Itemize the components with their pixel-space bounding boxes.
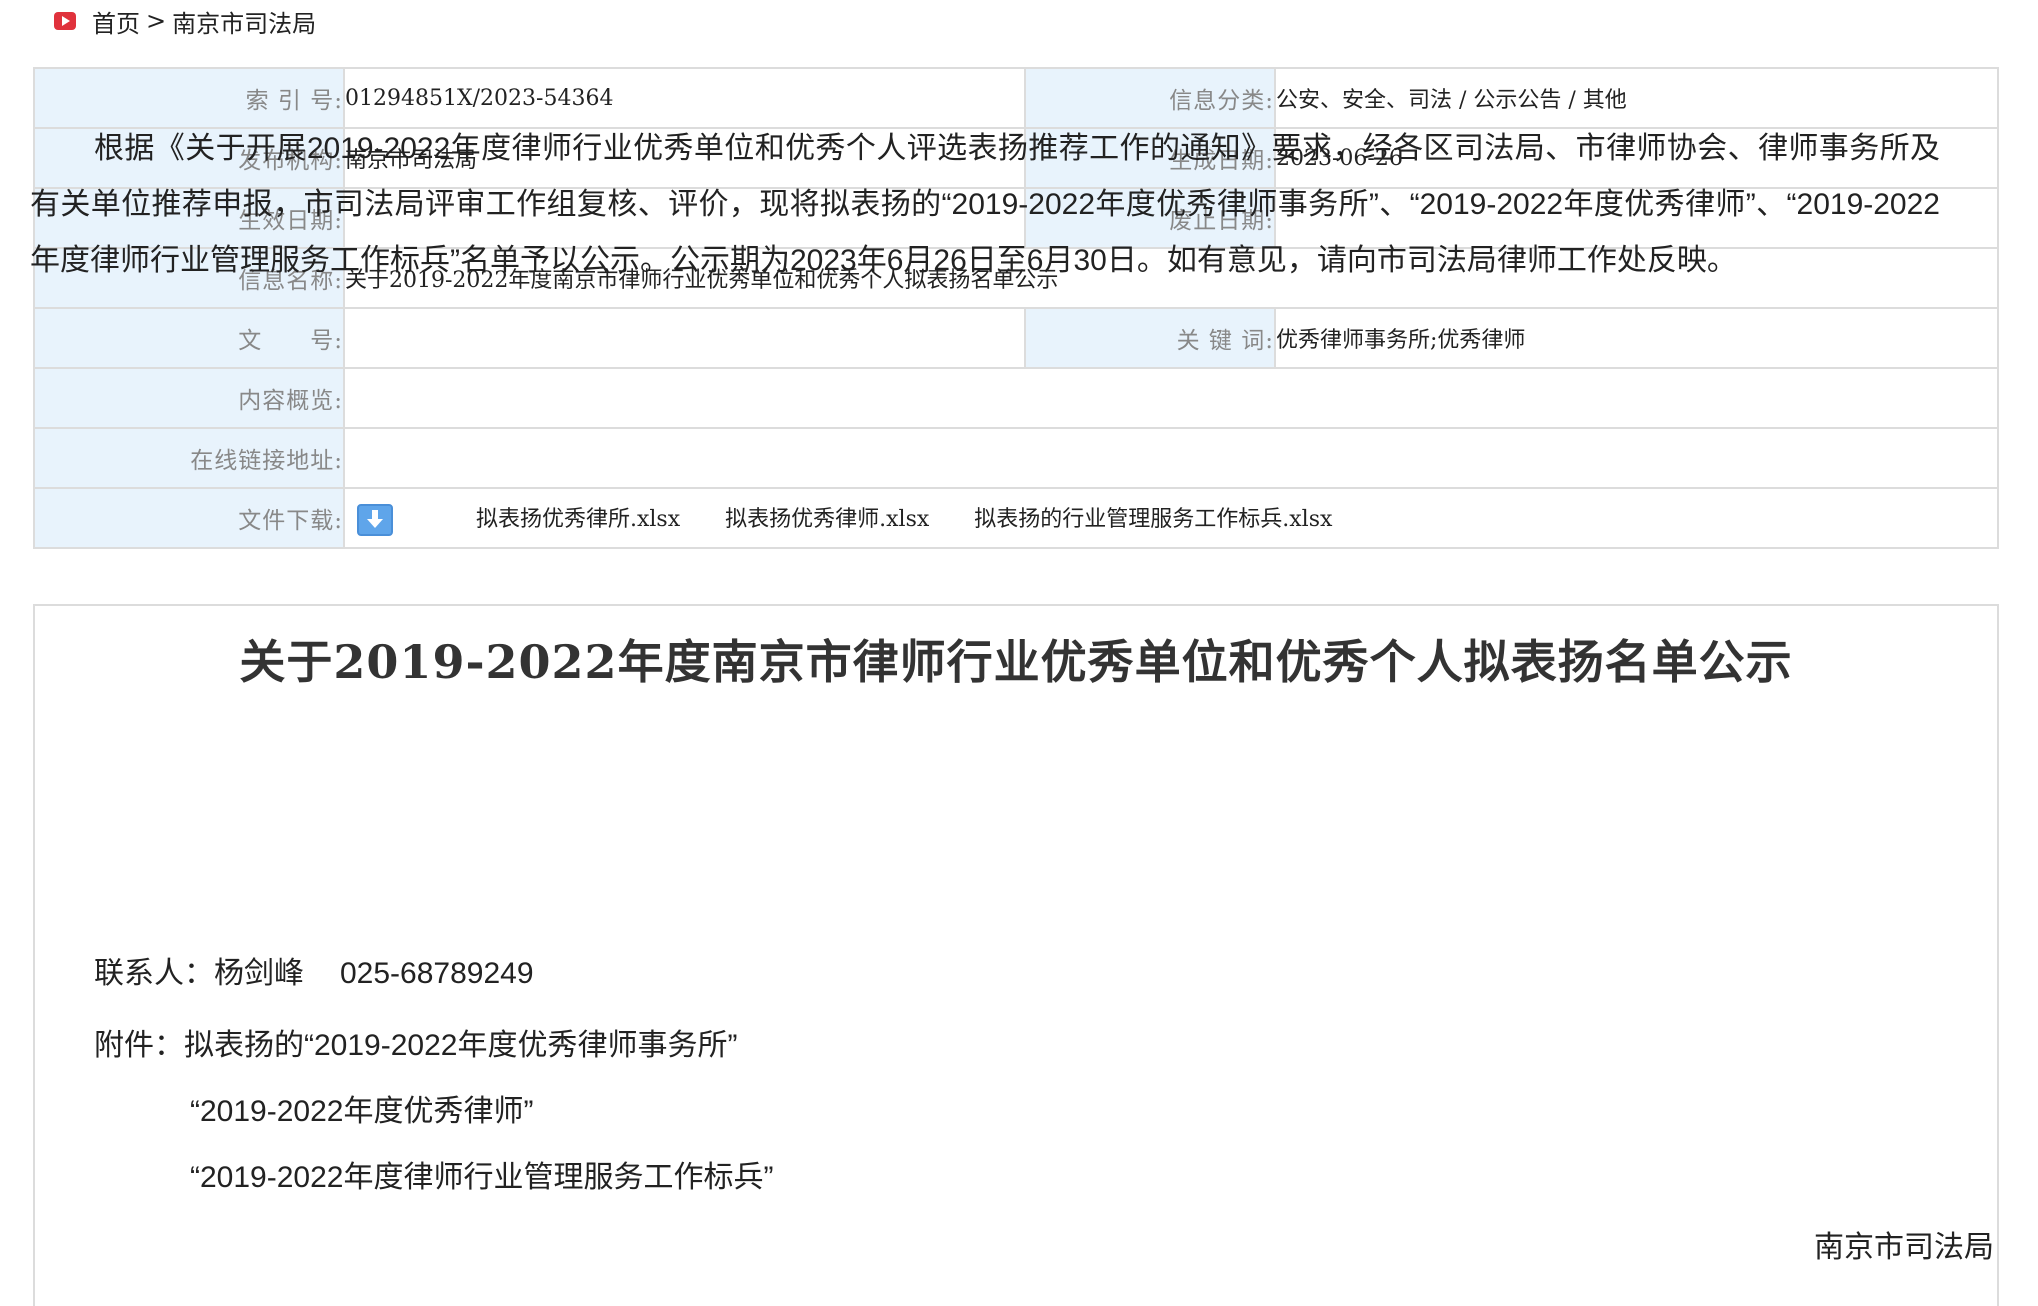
file-download-label: 文件下载: [33, 487, 345, 549]
article-title: 关于2019-2022年度南京市律师行业优秀单位和优秀个人拟表扬名单公示 [239, 635, 1793, 689]
summary-label: 内容概览: [33, 367, 345, 429]
category-value: 公安、安全、司法 / 公示公告 / 其他 [1274, 67, 1999, 129]
article-paragraph: 根据《关于开展2019-2022年度律师行业优秀单位和优秀个人评选表扬推荐工作的… [30, 132, 1940, 277]
file-link-law-firms[interactable]: 拟表扬优秀律所.xlsx [476, 507, 680, 532]
keywords-label: 关 键 词: [1024, 307, 1276, 369]
breadcrumb-current-link[interactable]: 南京市司法局 [172, 4, 316, 39]
document-number-value [343, 307, 1026, 369]
document-number-label: 文 号: [33, 307, 345, 369]
contact-person: 联系人：杨剑峰 [94, 957, 304, 990]
file-link-service-models[interactable]: 拟表扬的行业管理服务工作标兵.xlsx [974, 507, 1332, 532]
index-label: 索 引 号: [33, 67, 345, 129]
breadcrumb-home-link[interactable]: 首页 [92, 4, 140, 39]
category-label: 信息分类: [1024, 67, 1276, 129]
attachment-item: 附件：拟表扬的“2019-2022年度优秀律师事务所” [94, 1013, 773, 1079]
attachment-service-models: “2019-2022年度律师行业管理服务工作标兵” [190, 1161, 774, 1194]
attachment-item: “2019-2022年度优秀律师” [94, 1079, 773, 1145]
summary-value [343, 367, 1999, 429]
article-body: 根据《关于开展2019-2022年度律师行业优秀单位和优秀个人评选表扬推荐工作的… [30, 121, 1940, 289]
online-link-value [343, 427, 1999, 489]
attachment-lawyers: “2019-2022年度优秀律师” [190, 1095, 534, 1128]
download-icon[interactable] [357, 503, 393, 536]
attachment-item: “2019-2022年度律师行业管理服务工作标兵” [94, 1145, 773, 1211]
online-link-label: 在线链接地址: [33, 427, 345, 489]
index-value: 01294851X/2023-54364 [343, 67, 1026, 129]
attachment-law-firms: 拟表扬的“2019-2022年度优秀律师事务所” [184, 1029, 738, 1062]
contact-phone: 025-68789249 [340, 957, 534, 990]
attachments-list: 附件：拟表扬的“2019-2022年度优秀律师事务所” “2019-2022年度… [94, 1013, 773, 1211]
contact-line: 联系人：杨剑峰 025-68789249 [94, 948, 534, 992]
attachments-label: 附件： [94, 1029, 184, 1062]
file-download-cell: 拟表扬优秀律所.xlsx 拟表扬优秀律师.xlsx 拟表扬的行业管理服务工作标兵… [343, 487, 1999, 549]
file-link-lawyers[interactable]: 拟表扬优秀律师.xlsx [725, 507, 929, 532]
keywords-value: 优秀律师事务所;优秀律师 [1274, 307, 1999, 369]
breadcrumb-separator: > [146, 7, 167, 35]
breadcrumb: 首页 > 南京市司法局 [54, 4, 316, 39]
signature: 南京市司法局 [1814, 1231, 1994, 1264]
play-icon [54, 12, 76, 30]
